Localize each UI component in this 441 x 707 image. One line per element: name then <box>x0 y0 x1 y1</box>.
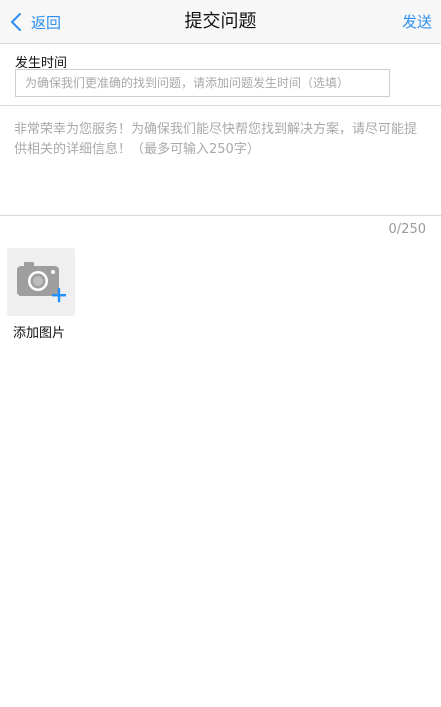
chevron-left-icon <box>10 12 22 32</box>
back-label: 返回 <box>31 13 62 32</box>
send-button[interactable]: 发送 <box>402 0 432 44</box>
navigation-bar: 返回 提交问题 发送 <box>0 0 441 44</box>
add-picture-button[interactable] <box>7 248 75 316</box>
back-button[interactable]: 返回 <box>10 0 61 44</box>
submit-feedback-page: 返回 提交问题 发送 发生时间 0/250 添加图片 <box>0 0 441 707</box>
occurrence-time-input[interactable] <box>15 69 390 97</box>
page-title: 提交问题 <box>184 11 257 32</box>
problem-description-textarea[interactable] <box>0 106 441 216</box>
character-counter: 0/250 <box>388 222 426 237</box>
add-picture-label: 添加图片 <box>13 326 66 341</box>
occurrence-time-section: 发生时间 <box>0 44 441 106</box>
